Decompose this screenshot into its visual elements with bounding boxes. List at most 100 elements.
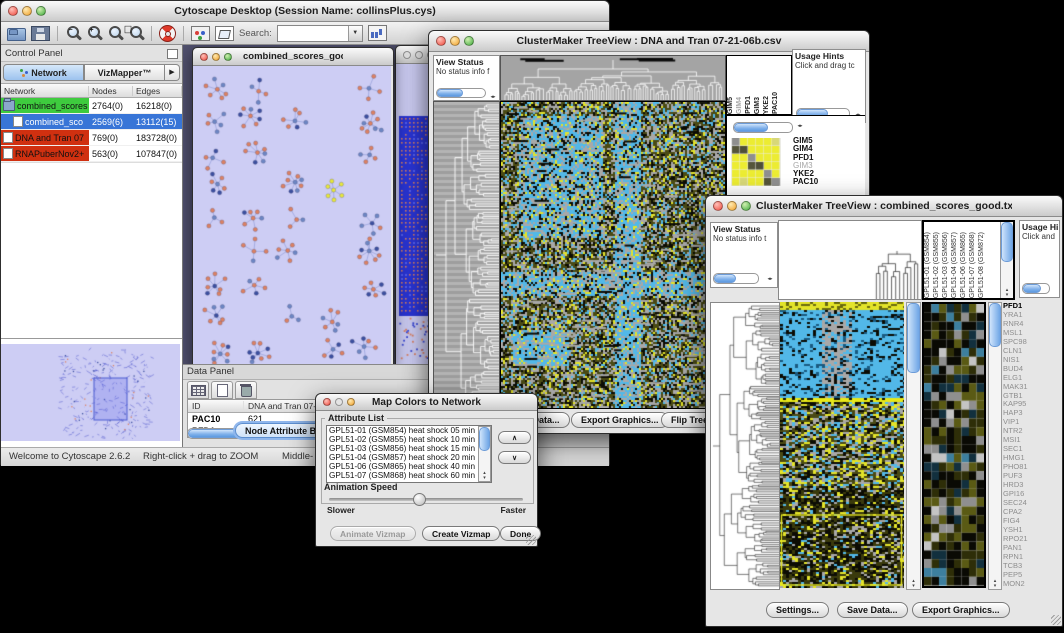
attribute-item[interactable]: GPL51-07 (GSM868) heat shock 60 min (327, 471, 491, 480)
close-button[interactable] (436, 36, 446, 46)
minimize-button[interactable] (450, 36, 460, 46)
tv2-heatmap-vscrollbar[interactable]: ▴▾ (906, 302, 921, 590)
tv2-gene-labels[interactable]: PFD1YRA1RNR4MSL1SPC98CLN1NIS1BUD4ELG1MAK… (1003, 302, 1060, 588)
tv1-column-dendrogram[interactable] (500, 55, 726, 101)
search-input[interactable] (278, 26, 352, 41)
main-title-bar[interactable]: Cytoscape Desktop (Session Name: collins… (1, 1, 609, 22)
close-button[interactable] (200, 53, 208, 61)
animate-vizmap-button[interactable]: Animate Vizmap (330, 526, 416, 541)
scrollbar-thumb[interactable] (907, 303, 920, 373)
zoom-button[interactable] (347, 398, 355, 406)
tv1-export-graphics-button[interactable]: Export Graphics... (571, 412, 669, 428)
tv2-column-labels[interactable]: GPL51-01 (GSM854)GPL51-02 (GSM855)GPL51-… (924, 222, 1000, 298)
help-icon[interactable] (159, 25, 176, 42)
treeview2-title-bar[interactable]: ClusterMaker TreeView : combined_scores_… (706, 196, 1062, 217)
col-edges[interactable]: Edges (133, 86, 182, 96)
tv1-zoom-heatmap[interactable] (731, 138, 781, 186)
chevron-down-icon[interactable]: ▼ (348, 26, 362, 41)
tv2-zoom-vscrollbar[interactable]: ▴▾ (988, 302, 1002, 590)
minimize-button[interactable] (727, 201, 737, 211)
tv1-heatmap-canvas[interactable] (500, 101, 726, 409)
attribute-item[interactable]: GPL51-02 (GSM855) heat shock 10 min (327, 435, 491, 444)
report-icon[interactable] (368, 25, 387, 41)
move-up-button[interactable]: ∧ (498, 431, 531, 444)
window-controls[interactable] (1, 6, 46, 16)
zoom-button[interactable] (741, 201, 751, 211)
resize-grip[interactable] (1051, 615, 1061, 625)
col-nodes[interactable]: Nodes (89, 86, 133, 96)
new-attribute-icon[interactable] (211, 381, 233, 399)
close-button[interactable] (713, 201, 723, 211)
zoom-button[interactable] (464, 36, 474, 46)
tv1-zoom-hscrollbar[interactable] (733, 122, 793, 133)
tv1-row-labels[interactable]: GIM5GIM4PFD1GIM3YKE2PAC10 (793, 137, 818, 187)
minimize-button[interactable] (22, 6, 32, 16)
attribute-listbox[interactable]: GPL51-01 (GSM854) heat shock 05 minGPL51… (326, 425, 492, 483)
minimize-button[interactable] (415, 51, 423, 59)
network-window-1-title-bar[interactable]: combined_scores_good.txt--cluste... (193, 48, 393, 66)
column-label: GPL51-02 (GSM855) (933, 232, 942, 298)
view-status-text: No status info t (711, 234, 777, 243)
attribute-table-icon[interactable] (187, 381, 209, 399)
vizmap-icon[interactable] (191, 26, 210, 41)
network-table-row[interactable]: DNA and Tran 07 769(0) 183728(0) (1, 130, 182, 146)
network-table-row[interactable]: combined_scores 2764(0) 16218(0) (1, 98, 182, 114)
tv2-zoom-heatmap[interactable] (924, 304, 984, 586)
tv2-status-scrollbar[interactable] (713, 273, 759, 284)
zoom-button[interactable] (36, 6, 46, 16)
attribute-list-scrollbar[interactable]: ▴▾ (478, 426, 491, 482)
tv2-row-dendrogram[interactable] (710, 302, 780, 590)
scrollbar-thumb[interactable] (479, 427, 490, 451)
column-label: GIM5 (727, 97, 736, 114)
close-button[interactable] (8, 6, 18, 16)
float-panel-icon[interactable] (167, 49, 178, 59)
network-view-canvas-1[interactable] (193, 66, 391, 364)
tv1-column-labels[interactable]: GIM5GIM4PFD1GIM3YKE2PAC10 (726, 55, 792, 115)
attribute-item[interactable]: GPL51-04 (GSM857) heat shock 20 min (327, 453, 491, 462)
tv2-settings-button[interactable]: Settings... (766, 602, 829, 618)
open-session-icon[interactable] (7, 28, 26, 41)
attribute-item[interactable]: GPL51-06 (GSM865) heat shock 40 min (327, 462, 491, 471)
dialog-title-bar[interactable]: Map Colors to Network (316, 394, 537, 411)
resize-grip[interactable] (526, 535, 536, 545)
tv2-save-data-button[interactable]: Save Data... (837, 602, 908, 618)
minimize-button[interactable] (335, 398, 343, 406)
close-button[interactable] (323, 398, 331, 406)
tv2-collabel-scrollbar[interactable]: ▴▾ (1000, 222, 1013, 298)
annotation-icon[interactable] (215, 26, 234, 41)
save-session-icon[interactable] (31, 26, 50, 41)
tab-network[interactable]: Network (3, 64, 84, 81)
zoom-button[interactable] (224, 53, 232, 61)
minimize-button[interactable] (212, 53, 220, 61)
tab-vizmapper[interactable]: VizMapper™ (84, 64, 165, 81)
col-id[interactable]: ID (188, 401, 244, 411)
speed-slider-track[interactable] (329, 498, 523, 501)
col-network[interactable]: Network (1, 86, 89, 96)
zoom-actual-icon[interactable] (107, 25, 123, 41)
zoom-out-icon[interactable]: − (65, 25, 81, 41)
attribute-item[interactable]: GPL51-01 (GSM854) heat shock 05 min (327, 426, 491, 435)
move-down-button[interactable]: ∨ (498, 451, 531, 464)
tv2-export-graphics-button[interactable]: Export Graphics... (912, 602, 1010, 618)
create-vizmap-button[interactable]: Create Vizmap (422, 526, 500, 541)
scrollbar-thumb[interactable] (1001, 222, 1013, 262)
network-table-row[interactable]: RNAPuberNov2+ 563(0) 107847(0) (1, 146, 182, 162)
network-table-row[interactable]: combined_sco 2569(6) 13112(15) (1, 114, 182, 130)
zoom-in-icon[interactable]: + (86, 25, 102, 41)
tv2-usage-scrollbar[interactable] (1022, 283, 1050, 294)
speed-slider-thumb[interactable] (413, 493, 426, 506)
tab-overflow-button[interactable]: ▶ (165, 64, 180, 81)
tv2-column-dendrogram[interactable] (778, 220, 922, 300)
attribute-item[interactable]: GPL51-03 (GSM856) heat shock 15 min (327, 444, 491, 453)
scrollbar-thumb[interactable] (989, 303, 1001, 347)
tv1-row-dendrogram[interactable] (433, 101, 500, 409)
tv2-global-heatmap[interactable] (780, 302, 904, 588)
network-overview-canvas[interactable] (1, 344, 180, 441)
tv2-column-label-pane: GPL51-01 (GSM854)GPL51-02 (GSM855)GPL51-… (922, 220, 1015, 300)
tv1-status-scrollbar[interactable] (436, 88, 486, 98)
close-button[interactable] (403, 51, 411, 59)
delete-attribute-icon[interactable] (235, 381, 257, 399)
view-status-text: No status info f (434, 67, 499, 76)
zoom-fit-icon[interactable]: ⃞ (128, 25, 144, 41)
search-combo[interactable]: ▼ (277, 25, 363, 42)
